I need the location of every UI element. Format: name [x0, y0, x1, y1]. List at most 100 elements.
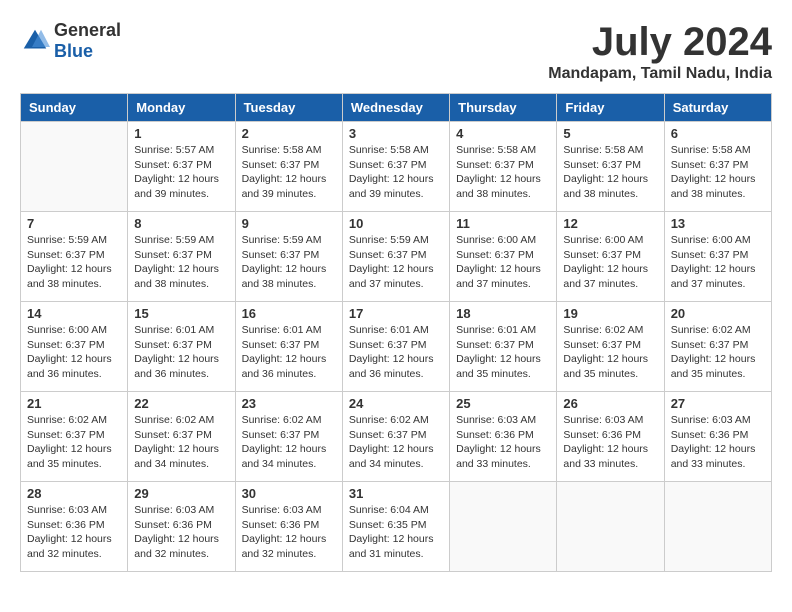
- calendar-cell: 29 Sunrise: 6:03 AM Sunset: 6:36 PM Dayli…: [128, 482, 235, 572]
- cell-content: Sunrise: 6:01 AM Sunset: 6:37 PM Dayligh…: [456, 323, 550, 382]
- calendar-cell: 17Sunrise: 6:01 AM Sunset: 6:37 PM Dayli…: [342, 302, 449, 392]
- cell-content: Sunrise: 5:57 AM Sunset: 6:37 PM Dayligh…: [134, 143, 228, 202]
- day-number: 5: [563, 126, 657, 141]
- day-number: 25: [456, 396, 550, 411]
- calendar-cell: 7Sunrise: 5:59 AM Sunset: 6:37 PM Daylig…: [21, 212, 128, 302]
- calendar-cell: 22 Sunrise: 6:02 AM Sunset: 6:37 PM Dayli…: [128, 392, 235, 482]
- cell-content: Sunrise: 6:02 AM Sunset: 6:37 PM Dayligh…: [134, 413, 228, 472]
- calendar-cell: 26 Sunrise: 6:03 AM Sunset: 6:36 PM Dayli…: [557, 392, 664, 482]
- cell-content: Sunrise: 5:58 AM Sunset: 6:37 PM Dayligh…: [563, 143, 657, 202]
- weekday-header-cell: Sunday: [21, 94, 128, 122]
- calendar-week-row: 14 Sunrise: 6:00 AM Sunset: 6:37 PM Dayli…: [21, 302, 772, 392]
- calendar-cell: 16 Sunrise: 6:01 AM Sunset: 6:37 PM Dayli…: [235, 302, 342, 392]
- day-number: 10: [349, 216, 443, 231]
- cell-content: Sunrise: 5:58 AM Sunset: 6:37 PM Dayligh…: [242, 143, 336, 202]
- calendar-cell: 6 Sunrise: 5:58 AM Sunset: 6:37 PM Daylig…: [664, 122, 771, 212]
- cell-content: Sunrise: 6:00 AM Sunset: 6:37 PM Dayligh…: [456, 233, 550, 292]
- weekday-header-cell: Saturday: [664, 94, 771, 122]
- cell-content: Sunrise: 5:58 AM Sunset: 6:37 PM Dayligh…: [456, 143, 550, 202]
- cell-content: Sunrise: 5:58 AM Sunset: 6:37 PM Dayligh…: [349, 143, 443, 202]
- weekday-header-cell: Tuesday: [235, 94, 342, 122]
- month-title: July 2024: [548, 20, 772, 65]
- calendar-cell: 11Sunrise: 6:00 AM Sunset: 6:37 PM Dayli…: [450, 212, 557, 302]
- cell-content: Sunrise: 6:03 AM Sunset: 6:36 PM Dayligh…: [456, 413, 550, 472]
- calendar-body: 1 Sunrise: 5:57 AM Sunset: 6:37 PM Daylig…: [21, 122, 772, 572]
- calendar-cell: [557, 482, 664, 572]
- calendar-cell: 3 Sunrise: 5:58 AM Sunset: 6:37 PM Daylig…: [342, 122, 449, 212]
- calendar-cell: 30 Sunrise: 6:03 AM Sunset: 6:36 PM Dayli…: [235, 482, 342, 572]
- calendar-cell: 19 Sunrise: 6:02 AM Sunset: 6:37 PM Dayli…: [557, 302, 664, 392]
- cell-content: Sunrise: 6:03 AM Sunset: 6:36 PM Dayligh…: [27, 503, 121, 562]
- weekday-header-row: SundayMondayTuesdayWednesdayThursdayFrid…: [21, 94, 772, 122]
- calendar-cell: 28Sunrise: 6:03 AM Sunset: 6:36 PM Dayli…: [21, 482, 128, 572]
- calendar-cell: [450, 482, 557, 572]
- day-number: 14: [27, 306, 121, 321]
- day-number: 12: [563, 216, 657, 231]
- day-number: 4: [456, 126, 550, 141]
- day-number: 2: [242, 126, 336, 141]
- cell-content: Sunrise: 6:03 AM Sunset: 6:36 PM Dayligh…: [563, 413, 657, 472]
- calendar-cell: 1 Sunrise: 5:57 AM Sunset: 6:37 PM Daylig…: [128, 122, 235, 212]
- weekday-header-cell: Thursday: [450, 94, 557, 122]
- day-number: 19: [563, 306, 657, 321]
- calendar-week-row: 1 Sunrise: 5:57 AM Sunset: 6:37 PM Daylig…: [21, 122, 772, 212]
- day-number: 3: [349, 126, 443, 141]
- cell-content: Sunrise: 6:00 AM Sunset: 6:37 PM Dayligh…: [563, 233, 657, 292]
- cell-content: Sunrise: 6:02 AM Sunset: 6:37 PM Dayligh…: [242, 413, 336, 472]
- day-number: 16: [242, 306, 336, 321]
- cell-content: Sunrise: 6:03 AM Sunset: 6:36 PM Dayligh…: [671, 413, 765, 472]
- cell-content: Sunrise: 6:00 AM Sunset: 6:37 PM Dayligh…: [27, 323, 121, 382]
- calendar-cell: 2 Sunrise: 5:58 AM Sunset: 6:37 PM Daylig…: [235, 122, 342, 212]
- cell-content: Sunrise: 6:02 AM Sunset: 6:37 PM Dayligh…: [671, 323, 765, 382]
- day-number: 22: [134, 396, 228, 411]
- cell-content: Sunrise: 6:02 AM Sunset: 6:37 PM Dayligh…: [563, 323, 657, 382]
- calendar-cell: [21, 122, 128, 212]
- calendar-week-row: 7Sunrise: 5:59 AM Sunset: 6:37 PM Daylig…: [21, 212, 772, 302]
- calendar-cell: 21Sunrise: 6:02 AM Sunset: 6:37 PM Dayli…: [21, 392, 128, 482]
- day-number: 6: [671, 126, 765, 141]
- day-number: 27: [671, 396, 765, 411]
- day-number: 18: [456, 306, 550, 321]
- calendar-cell: 12 Sunrise: 6:00 AM Sunset: 6:37 PM Dayli…: [557, 212, 664, 302]
- calendar-cell: 24 Sunrise: 6:02 AM Sunset: 6:37 PM Dayli…: [342, 392, 449, 482]
- calendar-cell: 25 Sunrise: 6:03 AM Sunset: 6:36 PM Dayli…: [450, 392, 557, 482]
- calendar-cell: [664, 482, 771, 572]
- calendar-cell: 10Sunrise: 5:59 AM Sunset: 6:37 PM Dayli…: [342, 212, 449, 302]
- calendar-table: SundayMondayTuesdayWednesdayThursdayFrid…: [20, 93, 772, 572]
- day-number: 15: [134, 306, 228, 321]
- day-number: 23: [242, 396, 336, 411]
- day-number: 30: [242, 486, 336, 501]
- cell-content: Sunrise: 6:01 AM Sunset: 6:37 PM Dayligh…: [349, 323, 443, 382]
- cell-content: Sunrise: 6:04 AM Sunset: 6:35 PM Dayligh…: [349, 503, 443, 562]
- day-number: 8: [134, 216, 228, 231]
- location-title: Mandapam, Tamil Nadu, India: [548, 65, 772, 83]
- cell-content: Sunrise: 6:02 AM Sunset: 6:37 PM Dayligh…: [349, 413, 443, 472]
- calendar-cell: 18 Sunrise: 6:01 AM Sunset: 6:37 PM Dayli…: [450, 302, 557, 392]
- calendar-cell: 20 Sunrise: 6:02 AM Sunset: 6:37 PM Dayli…: [664, 302, 771, 392]
- calendar-cell: 13Sunrise: 6:00 AM Sunset: 6:37 PM Dayli…: [664, 212, 771, 302]
- logo-blue: Blue: [54, 41, 93, 61]
- cell-content: Sunrise: 5:58 AM Sunset: 6:37 PM Dayligh…: [671, 143, 765, 202]
- calendar-cell: 14 Sunrise: 6:00 AM Sunset: 6:37 PM Dayli…: [21, 302, 128, 392]
- day-number: 24: [349, 396, 443, 411]
- day-number: 1: [134, 126, 228, 141]
- calendar-cell: 27 Sunrise: 6:03 AM Sunset: 6:36 PM Dayli…: [664, 392, 771, 482]
- cell-content: Sunrise: 5:59 AM Sunset: 6:37 PM Dayligh…: [134, 233, 228, 292]
- cell-content: Sunrise: 6:03 AM Sunset: 6:36 PM Dayligh…: [134, 503, 228, 562]
- calendar-cell: 5 Sunrise: 5:58 AM Sunset: 6:37 PM Daylig…: [557, 122, 664, 212]
- weekday-header-cell: Wednesday: [342, 94, 449, 122]
- cell-content: Sunrise: 5:59 AM Sunset: 6:37 PM Dayligh…: [242, 233, 336, 292]
- title-area: July 2024 Mandapam, Tamil Nadu, India: [548, 20, 772, 83]
- day-number: 26: [563, 396, 657, 411]
- day-number: 20: [671, 306, 765, 321]
- calendar-cell: 15Sunrise: 6:01 AM Sunset: 6:37 PM Dayli…: [128, 302, 235, 392]
- day-number: 31: [349, 486, 443, 501]
- cell-content: Sunrise: 6:03 AM Sunset: 6:36 PM Dayligh…: [242, 503, 336, 562]
- logo-icon: [20, 26, 50, 56]
- day-number: 13: [671, 216, 765, 231]
- logo: General Blue: [20, 20, 121, 62]
- cell-content: Sunrise: 6:01 AM Sunset: 6:37 PM Dayligh…: [242, 323, 336, 382]
- day-number: 29: [134, 486, 228, 501]
- cell-content: Sunrise: 6:02 AM Sunset: 6:37 PM Dayligh…: [27, 413, 121, 472]
- calendar-cell: 9Sunrise: 5:59 AM Sunset: 6:37 PM Daylig…: [235, 212, 342, 302]
